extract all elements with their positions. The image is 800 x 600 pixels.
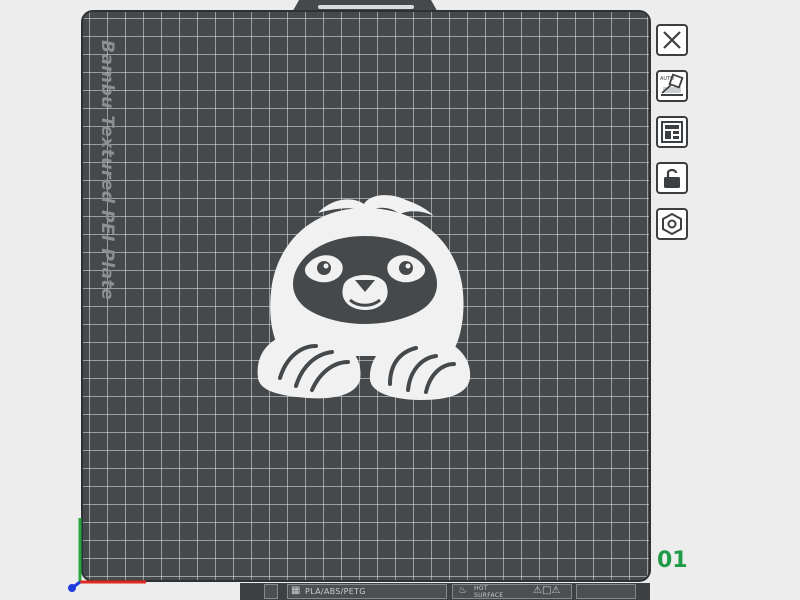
heat-icon: ♨ — [458, 585, 467, 596]
z-axis-dot — [68, 584, 76, 592]
close-icon — [663, 31, 681, 49]
lock-plate-button[interactable] — [656, 162, 688, 194]
axis-gizmo — [68, 518, 146, 592]
plate-name-label: Bambu Textured PEI Plate — [97, 40, 117, 301]
hexagon-settings-icon — [662, 212, 682, 236]
filament-types-label: PLA/ABS/PETG — [305, 587, 366, 596]
caution-icons: ⚠□⚠ — [533, 585, 561, 596]
arrange-icon — [661, 121, 683, 143]
auto-orient-icon: AUTO — [660, 73, 684, 96]
plate-handle-slot — [318, 5, 414, 9]
arrange-button[interactable] — [656, 116, 688, 148]
close-plate-button[interactable] — [656, 24, 688, 56]
plate-marker-icon: ▦ — [291, 585, 301, 596]
sloth-model[interactable] — [240, 180, 490, 420]
lock-icon — [664, 168, 680, 188]
plate-settings-button[interactable] — [656, 208, 688, 240]
auto-orient-button[interactable]: AUTO — [656, 70, 688, 102]
plate-corner-mark — [264, 584, 278, 599]
plate-corner-box — [576, 584, 636, 599]
surface-line2-label: SURFACE — [474, 592, 504, 599]
plate-number[interactable]: 01 — [657, 548, 688, 573]
